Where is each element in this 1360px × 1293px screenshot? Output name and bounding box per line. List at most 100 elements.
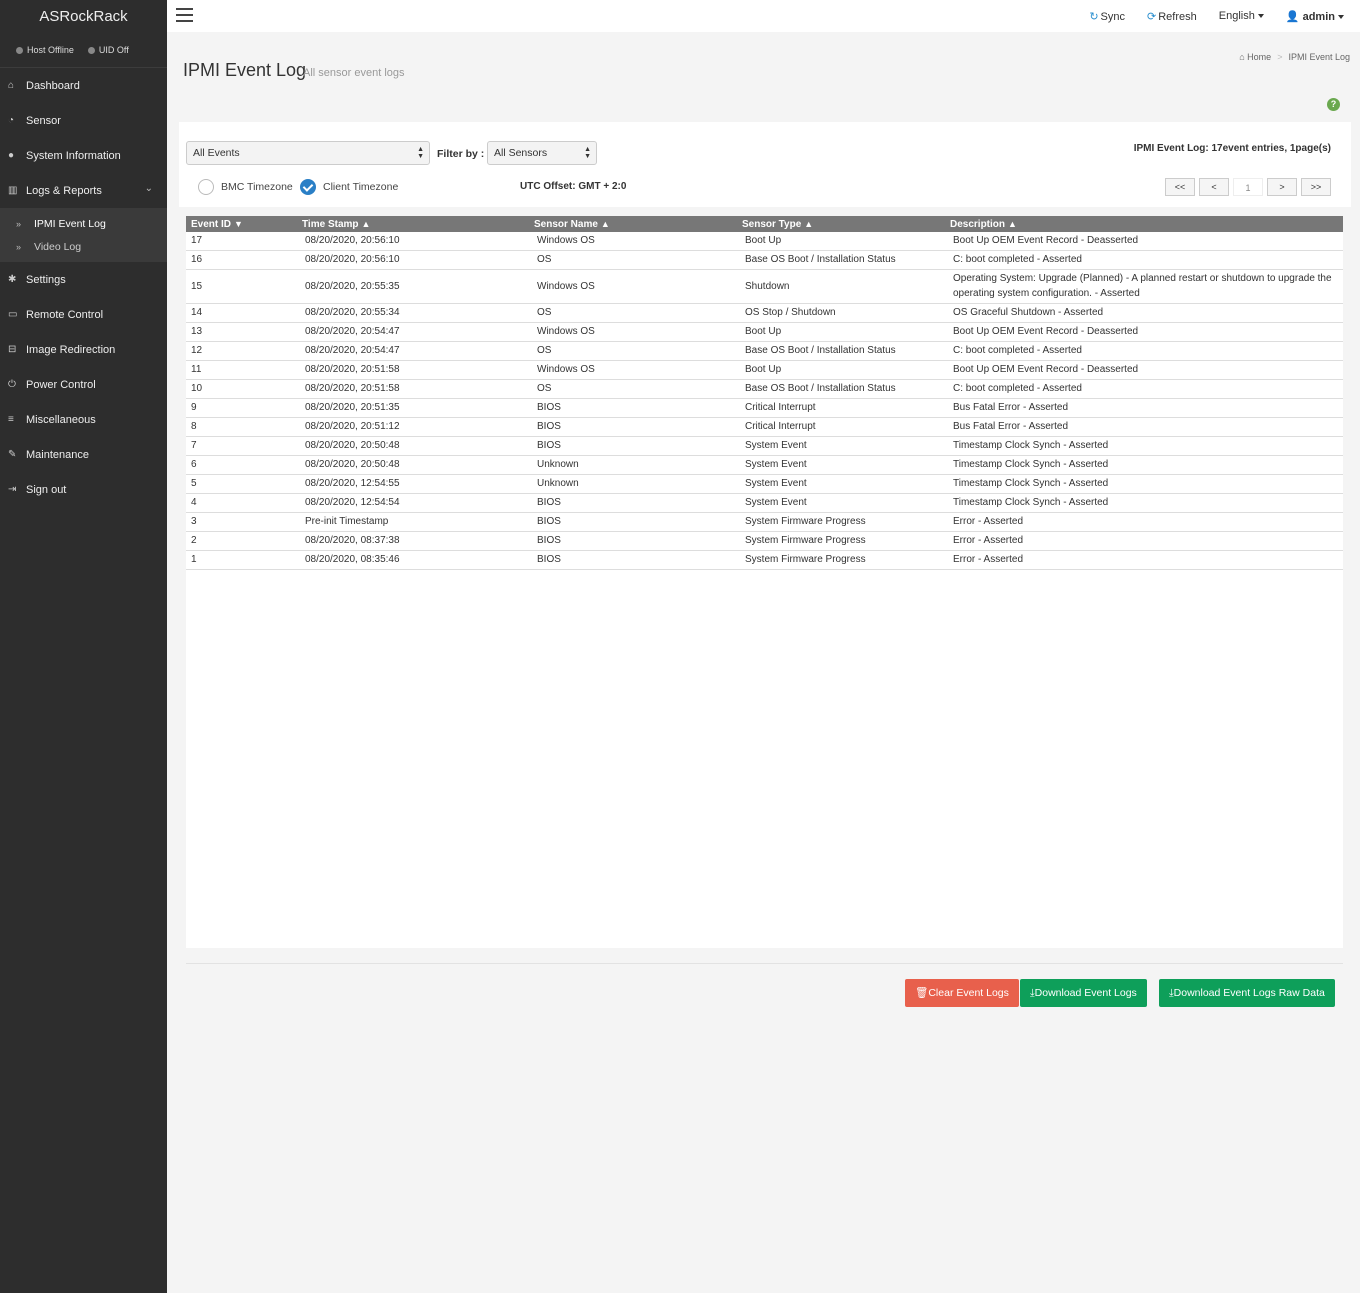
help-icon[interactable]: ? — [1327, 98, 1340, 111]
table-cell: Pre-init Timestamp — [297, 512, 529, 532]
utc-offset: UTC Offset: GMT + 2:0 — [520, 181, 627, 192]
table-cell: Base OS Boot / Installation Status — [737, 341, 945, 361]
nav-label: Maintenance — [26, 448, 89, 461]
nav-label: Power Control — [26, 378, 96, 391]
header-event-id[interactable]: Event ID ▼ — [186, 216, 297, 232]
prev-page-button[interactable]: < — [1199, 178, 1229, 196]
table-cell: 9 — [186, 398, 297, 418]
table-cell: Windows OS — [529, 232, 737, 251]
table-row: 11 08/20/2020, 20:51:58 Windows OS Boot Up B… — [186, 360, 1343, 380]
clear-event-logs-button[interactable]: 🗑Clear Event Logs — [905, 979, 1019, 1007]
table-cell: 08/20/2020, 20:50:48 — [297, 455, 529, 475]
table-cell: BIOS — [529, 550, 737, 570]
client-timezone-radio[interactable]: Client Timezone — [300, 179, 398, 195]
table-cell: 3 — [186, 512, 297, 532]
table-cell: OS Stop / Shutdown — [737, 303, 945, 323]
sub-ipmi-event-log[interactable]: » IPMI Event Log — [0, 212, 167, 235]
table-cell: Base OS Boot / Installation Status — [737, 250, 945, 270]
table-cell: 08/20/2020, 20:56:10 — [297, 232, 529, 251]
language-label: English — [1218, 10, 1255, 22]
header-time-stamp[interactable]: Time Stamp ▲ — [297, 216, 529, 232]
table-cell: System Firmware Progress — [737, 512, 945, 532]
table-cell: 1 — [186, 550, 297, 570]
header-sensor-name[interactable]: Sensor Name ▲ — [529, 216, 737, 232]
breadcrumb-home[interactable]: ⌂ Home — [1239, 52, 1271, 62]
user-label: admin — [1302, 10, 1335, 23]
sync-button[interactable]: ↻ Sync — [1089, 10, 1125, 23]
table-cell: 08/20/2020, 20:55:35 — [297, 269, 529, 304]
refresh-icon: ⟳ — [1147, 10, 1157, 23]
table-cell: System Firmware Progress — [737, 550, 945, 570]
nav-remote-control[interactable]: ▭ Remote Control — [0, 297, 167, 332]
uid-status-label: UID Off — [98, 44, 129, 55]
event-type-select[interactable]: All Events ▲ ▼ — [186, 141, 430, 165]
nav-logs-reports[interactable]: ▥ Logs & Reports ⌄ — [0, 173, 167, 208]
refresh-label: Refresh — [1158, 10, 1197, 23]
next-page-button[interactable]: > — [1267, 178, 1297, 196]
nav-sensor[interactable]: ◔ Sensor — [0, 103, 167, 138]
nav-sign-out[interactable]: ⇥ Sign out — [0, 472, 167, 507]
sync-label: Sync — [1100, 10, 1125, 23]
nav-label: Sensor — [26, 114, 61, 127]
table-cell: Boot Up — [737, 232, 945, 251]
table-row: 2 08/20/2020, 08:37:38 BIOS System Firmware… — [186, 531, 1343, 551]
first-page-button[interactable]: << — [1165, 178, 1195, 196]
refresh-button[interactable]: ⟳ Refresh — [1147, 10, 1197, 23]
sign-out-icon: ⇥ — [8, 484, 17, 495]
last-page-button[interactable]: >> — [1301, 178, 1331, 196]
nav-power-control[interactable]: ⏻ Power Control — [0, 367, 167, 402]
entries-summary: IPMI Event Log: 17event entries, 1page(s… — [1133, 143, 1331, 154]
table-cell: OS Graceful Shutdown - Asserted — [945, 303, 1343, 323]
table-cell: 7 — [186, 436, 297, 456]
filter-by-label: Filter by : — [437, 148, 485, 160]
status-row: Host Offline UID Off — [0, 32, 167, 68]
table-cell: Shutdown — [737, 269, 945, 304]
nav-miscellaneous[interactable]: ≡ Miscellaneous — [0, 402, 167, 437]
sync-icon: ↻ — [1089, 10, 1099, 23]
host-status-dot — [16, 46, 23, 54]
table-cell: Boot Up OEM Event Record - Deasserted — [945, 360, 1343, 380]
nav-settings[interactable]: ✱ Settings — [0, 262, 167, 297]
sub-video-log[interactable]: » Video Log — [0, 235, 167, 258]
nav-image-redirection[interactable]: ⊟ Image Redirection — [0, 332, 167, 367]
table-cell: Boot Up OEM Event Record - Deasserted — [945, 232, 1343, 251]
table-cell: Error - Asserted — [945, 531, 1343, 551]
user-menu[interactable]: 👤 admin — [1286, 10, 1344, 23]
current-page: 1 — [1233, 178, 1263, 196]
table-cell: 08/20/2020, 20:54:47 — [297, 341, 529, 361]
radio-checked-icon — [300, 179, 316, 195]
uid-status-dot — [87, 46, 95, 54]
table-cell: BIOS — [529, 436, 737, 456]
sensor-select[interactable]: All Sensors ▲ ▼ — [487, 141, 597, 165]
menu-toggle-icon[interactable] — [176, 8, 193, 22]
nav-maintenance[interactable]: ✎ Maintenance — [0, 437, 167, 472]
download-label: Download Event Logs — [1034, 987, 1137, 999]
table-row: 15 08/20/2020, 20:55:35 Windows OS Shutdown… — [186, 269, 1343, 304]
event-type-value: All Events — [193, 147, 240, 159]
language-dropdown[interactable]: English — [1219, 10, 1264, 22]
download-event-logs-button[interactable]: ⤓Download Event Logs — [1020, 979, 1147, 1007]
table-cell: OS — [529, 341, 737, 361]
download-raw-data-button[interactable]: ⤓Download Event Logs Raw Data — [1159, 979, 1335, 1007]
drive-icon: ⊟ — [8, 344, 17, 355]
table-row: 3 Pre-init Timestamp BIOS System Firmware P… — [186, 512, 1343, 532]
nav-system-information[interactable]: ● System Information — [0, 138, 167, 173]
table-cell: 13 — [186, 322, 297, 342]
nav-label: System Information — [26, 149, 121, 162]
breadcrumb-separator: > — [1277, 52, 1283, 62]
breadcrumb: ⌂ Home > IPMI Event Log — [1239, 52, 1350, 62]
sort-asc-icon: ▲ — [361, 218, 371, 229]
download-raw-label: Download Event Logs Raw Data — [1173, 987, 1325, 999]
main-content: IPMI Event Log All sensor event logs ⌂ H… — [167, 32, 1360, 1293]
table-cell: 08/20/2020, 20:55:34 — [297, 303, 529, 323]
chevron-down-icon: ⌄ — [144, 183, 153, 194]
header-description[interactable]: Description ▲ — [945, 216, 1343, 232]
nav-dashboard[interactable]: ⌂ Dashboard — [0, 68, 167, 103]
nav-label: Miscellaneous — [26, 413, 96, 426]
table-body: 17 08/20/2020, 20:56:10 Windows OS Boot Up B… — [186, 232, 1343, 570]
header-sensor-type[interactable]: Sensor Type ▲ — [737, 216, 945, 232]
table-row: 14 08/20/2020, 20:55:34 OS OS Stop / Shutdo… — [186, 303, 1343, 323]
dashboard-icon: ◔ — [8, 115, 15, 126]
bmc-timezone-radio[interactable]: BMC Timezone — [198, 179, 293, 195]
monitor-icon: ▭ — [8, 309, 18, 320]
